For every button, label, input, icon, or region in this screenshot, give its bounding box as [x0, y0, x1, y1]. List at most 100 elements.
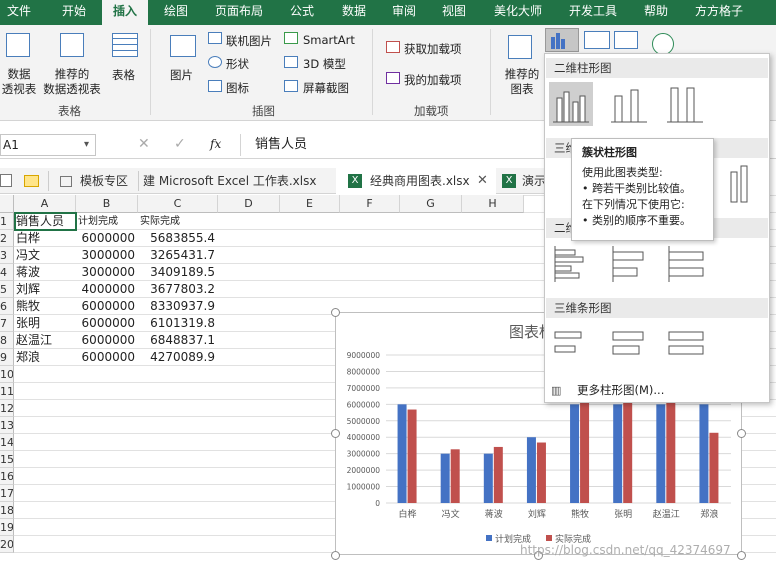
- shapes-button[interactable]: 形状: [226, 56, 249, 72]
- table-cell[interactable]: 张明: [16, 315, 76, 332]
- table-cell[interactable]: 冯文: [16, 247, 76, 264]
- row-header[interactable]: 2: [0, 230, 14, 247]
- pivot-table-button[interactable]: 数据 透视表: [0, 67, 38, 97]
- column-header[interactable]: B: [76, 195, 138, 213]
- column-header[interactable]: C: [138, 195, 218, 213]
- table-cell[interactable]: 6000000: [76, 230, 138, 247]
- column-header[interactable]: E: [280, 195, 340, 213]
- doc-tab-demo[interactable]: 演示: [522, 168, 546, 194]
- resize-handle[interactable]: [331, 551, 340, 560]
- table-cell[interactable]: 3677803.2: [138, 281, 218, 298]
- row-header[interactable]: 17: [0, 485, 14, 502]
- insert-function-icon[interactable]: fx: [210, 137, 221, 151]
- table-cell[interactable]: 8330937.9: [138, 298, 218, 315]
- enter-icon[interactable]: ✓: [174, 136, 186, 152]
- model3d-button[interactable]: 3D 模型: [303, 56, 346, 72]
- tab-fangfang[interactable]: 方方格子: [688, 0, 750, 25]
- row-header[interactable]: 8: [0, 332, 14, 349]
- row-header[interactable]: 6: [0, 298, 14, 315]
- row-header[interactable]: 12: [0, 400, 14, 417]
- column-chart-dropdown-button[interactable]: [545, 28, 579, 52]
- resize-handle[interactable]: [737, 551, 746, 560]
- my-addins-button[interactable]: 我的加载项: [404, 72, 462, 88]
- column-header[interactable]: D: [218, 195, 280, 213]
- more-column-charts-link[interactable]: 更多柱形图(M)...: [577, 382, 664, 398]
- tab-home[interactable]: 开始: [54, 0, 94, 25]
- tab-file[interactable]: 文件: [0, 0, 38, 25]
- hierarchy-chart-icon[interactable]: [584, 31, 610, 49]
- row-header[interactable]: 20: [0, 536, 14, 553]
- tab-page-layout[interactable]: 页面布局: [208, 0, 270, 25]
- table-cell[interactable]: 6000000: [76, 332, 138, 349]
- resize-handle[interactable]: [331, 429, 340, 438]
- table-cell[interactable]: 6000000: [76, 315, 138, 332]
- recommended-pivot-button[interactable]: 推荐的 数据透视表: [40, 67, 104, 97]
- stacked-column-option[interactable]: [607, 82, 651, 126]
- doc-tab-new-workbook[interactable]: 建 Microsoft Excel 工作表.xlsx: [143, 168, 316, 194]
- row-header[interactable]: 11: [0, 383, 14, 400]
- table-cell[interactable]: 郑浪: [16, 349, 76, 366]
- map-chart-icon[interactable]: [652, 33, 674, 55]
- tab-beautify[interactable]: 美化大师: [486, 0, 550, 25]
- screenshot-button[interactable]: 屏幕截图: [303, 80, 349, 96]
- row-header[interactable]: 18: [0, 502, 14, 519]
- 3d-column-option[interactable]: [721, 162, 765, 206]
- table-cell[interactable]: 3265431.7: [138, 247, 218, 264]
- table-cell[interactable]: 6101319.8: [138, 315, 218, 332]
- row-header[interactable]: 10: [0, 366, 14, 383]
- row-header[interactable]: 13: [0, 417, 14, 434]
- clustered-column-option[interactable]: [549, 82, 593, 126]
- statistic-chart-icon[interactable]: [614, 31, 638, 49]
- icons-button[interactable]: 图标: [226, 80, 249, 96]
- column-header[interactable]: A: [14, 195, 76, 213]
- select-all-corner[interactable]: [0, 195, 14, 213]
- table-cell[interactable]: 3000000: [76, 264, 138, 281]
- row-header[interactable]: 16: [0, 468, 14, 485]
- row-header[interactable]: 1: [0, 213, 14, 230]
- recommended-charts-button[interactable]: 推荐的 图表: [500, 67, 544, 97]
- 3d-stacked-bar-option[interactable]: [607, 322, 651, 366]
- column-header[interactable]: F: [340, 195, 400, 213]
- tab-insert[interactable]: 插入: [102, 0, 148, 25]
- doc-tab-classic-charts[interactable]: 经典商用图表.xlsx: [370, 168, 470, 194]
- tab-review[interactable]: 审阅: [384, 0, 424, 25]
- 3d-clustered-bar-option[interactable]: [549, 322, 593, 366]
- row-header[interactable]: 5: [0, 281, 14, 298]
- table-cell[interactable]: 熊牧: [16, 298, 76, 315]
- folder-icon[interactable]: [24, 175, 39, 187]
- table-cell[interactable]: 刘辉: [16, 281, 76, 298]
- row-header[interactable]: 9: [0, 349, 14, 366]
- doc-tab-templates[interactable]: 模板专区: [80, 168, 128, 194]
- percent-stacked-column-option[interactable]: [663, 82, 707, 126]
- table-cell[interactable]: 白桦: [16, 230, 76, 247]
- header-cell[interactable]: 计划完成: [78, 213, 138, 230]
- column-header[interactable]: H: [462, 195, 524, 213]
- new-doc-icon[interactable]: [0, 174, 12, 187]
- 3d-percent-stacked-bar-option[interactable]: [663, 322, 707, 366]
- resize-handle[interactable]: [737, 429, 746, 438]
- column-header[interactable]: G: [400, 195, 462, 213]
- tab-draw[interactable]: 绘图: [156, 0, 196, 25]
- tab-data[interactable]: 数据: [334, 0, 374, 25]
- resize-handle[interactable]: [331, 308, 340, 317]
- row-header[interactable]: 3: [0, 247, 14, 264]
- row-header[interactable]: 4: [0, 264, 14, 281]
- chevron-down-icon[interactable]: ▾: [84, 139, 89, 150]
- cancel-icon[interactable]: ✕: [138, 136, 150, 152]
- picture-button[interactable]: 图片: [170, 67, 193, 83]
- table-cell[interactable]: 4000000: [76, 281, 138, 298]
- smartart-button[interactable]: SmartArt: [303, 33, 355, 47]
- row-header[interactable]: 19: [0, 519, 14, 536]
- table-cell[interactable]: 6000000: [76, 298, 138, 315]
- table-cell[interactable]: 5683855.4: [138, 230, 218, 247]
- table-cell[interactable]: 6000000: [76, 349, 138, 366]
- table-cell[interactable]: 6848837.1: [138, 332, 218, 349]
- table-cell[interactable]: 赵温江: [16, 332, 76, 349]
- tab-help[interactable]: 帮助: [636, 0, 676, 25]
- row-header[interactable]: 7: [0, 315, 14, 332]
- tab-formulas[interactable]: 公式: [282, 0, 322, 25]
- percent-stacked-bar-option[interactable]: [663, 242, 707, 286]
- table-cell[interactable]: 3409189.5: [138, 264, 218, 281]
- stacked-bar-option[interactable]: [607, 242, 651, 286]
- get-addins-button[interactable]: 获取加载项: [404, 41, 462, 57]
